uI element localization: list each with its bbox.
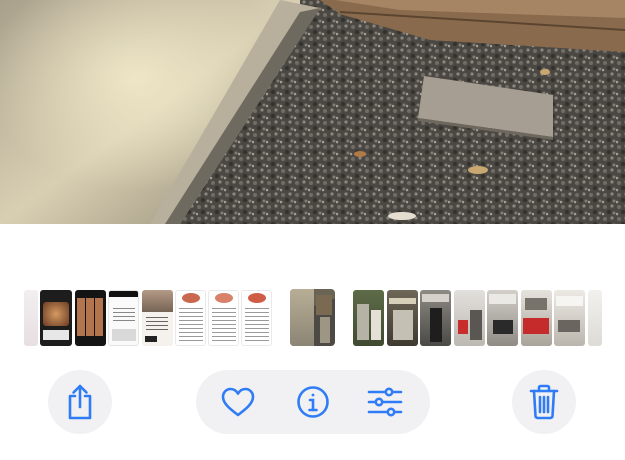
thumbnail[interactable]: [353, 290, 384, 346]
thumbnail[interactable]: [208, 290, 239, 346]
thumbnail[interactable]: [24, 290, 38, 346]
edit-button[interactable]: [353, 370, 417, 434]
thumbnail[interactable]: [420, 290, 451, 346]
photo-viewer[interactable]: [0, 0, 625, 224]
info-button[interactable]: [281, 370, 345, 434]
share-button[interactable]: [48, 370, 112, 434]
thumbnail[interactable]: [454, 290, 485, 346]
action-group: [196, 370, 430, 434]
thumbnail[interactable]: [241, 290, 272, 346]
thumbnail[interactable]: [588, 290, 602, 346]
thumbnail[interactable]: [521, 290, 552, 346]
thumbnail-strip[interactable]: [0, 289, 625, 346]
thumbnail-selected[interactable]: [290, 289, 335, 346]
thumbnail[interactable]: [554, 290, 585, 346]
thumbnail[interactable]: [108, 290, 139, 346]
thumbnail[interactable]: [75, 290, 106, 346]
heart-icon: [221, 387, 255, 417]
thumbnail[interactable]: [40, 290, 72, 346]
sliders-icon: [367, 387, 403, 417]
delete-button[interactable]: [512, 370, 576, 434]
thumbnail[interactable]: [175, 290, 206, 346]
trash-icon: [529, 384, 559, 420]
info-icon: [296, 385, 330, 419]
photo-image: [0, 0, 625, 224]
thumbnail[interactable]: [387, 290, 418, 346]
favorite-button[interactable]: [206, 370, 270, 434]
thumbnail[interactable]: [142, 290, 173, 346]
thumbnail[interactable]: [487, 290, 518, 346]
share-icon: [64, 383, 96, 421]
